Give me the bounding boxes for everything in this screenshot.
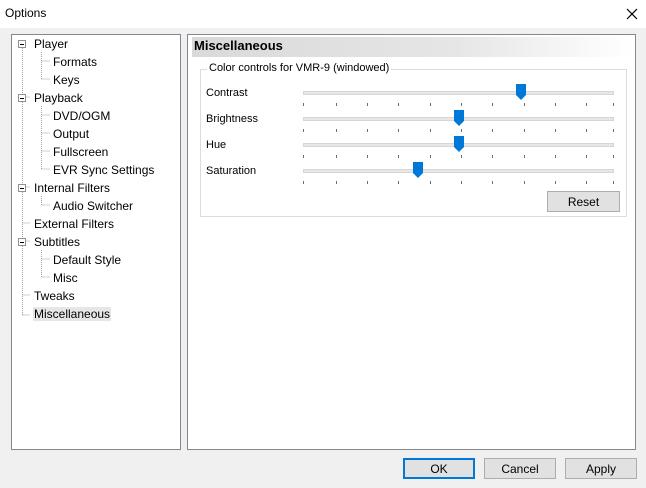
tree-item[interactable]: Internal Filters — [33, 180, 111, 197]
tree-item[interactable]: Output — [52, 126, 90, 143]
tree-item[interactable]: Misc — [52, 270, 79, 287]
options-tree[interactable]: Player Formats Keys Playback DVD/OGM Output Fu… — [11, 34, 181, 450]
tree-item-label: Keys — [53, 73, 80, 87]
slider-ticks — [303, 181, 614, 185]
tree-item-label: Player — [34, 37, 69, 51]
slider-thumb-icon[interactable] — [453, 110, 464, 126]
tree-item[interactable]: Audio Switcher — [52, 198, 134, 215]
slider-track[interactable] — [303, 169, 614, 173]
tree-item-label: Subtitles — [34, 235, 81, 249]
tree-item[interactable]: Fullscreen — [52, 144, 109, 161]
tree-item-label: Fullscreen — [53, 145, 109, 159]
tree-item[interactable]: Default Style — [52, 252, 122, 269]
slider-ticks — [303, 129, 614, 133]
tree-item[interactable]: Formats — [52, 54, 98, 71]
collapse-icon[interactable] — [18, 238, 26, 246]
collapse-icon[interactable] — [18, 40, 26, 48]
slider-label: Saturation — [206, 165, 257, 177]
tree-item-label: External Filters — [34, 217, 115, 231]
slider-ticks — [303, 155, 614, 159]
slider-thumb-icon[interactable] — [453, 136, 464, 152]
close-button[interactable] — [618, 0, 646, 28]
tree-item[interactable]: Keys — [52, 72, 81, 89]
settings-panel: Miscellaneous Color controls for VMR-9 (… — [187, 34, 636, 450]
tree-item-label: Output — [53, 127, 90, 141]
tree-item[interactable]: Player — [33, 36, 69, 53]
tree-item-label: Audio Switcher — [53, 199, 134, 213]
tree-item-label: Internal Filters — [34, 181, 111, 195]
panel-title: Miscellaneous — [194, 38, 283, 53]
apply-button[interactable]: Apply — [565, 458, 637, 479]
tree-item[interactable]: EVR Sync Settings — [52, 162, 155, 179]
title-bar: Options — [0, 0, 646, 28]
tree-item-label: Playback — [34, 91, 83, 105]
close-icon — [626, 8, 638, 20]
color-controls-group: Color controls for VMR-9 (windowed) Rese… — [200, 62, 627, 217]
reset-button[interactable]: Reset — [547, 191, 620, 212]
tree-item-label: Miscellaneous — [33, 307, 112, 321]
tree-item-label: Formats — [53, 55, 98, 69]
tree-item-label: DVD/OGM — [53, 109, 111, 123]
slider-label: Brightness — [206, 113, 258, 125]
tree-item-label: Tweaks — [34, 289, 75, 303]
slider-thumb-icon[interactable] — [413, 162, 424, 178]
tree-item[interactable]: Playback — [33, 90, 84, 107]
window-title: Options — [5, 6, 47, 20]
panel-header: Miscellaneous — [192, 37, 633, 57]
slider-label: Hue — [206, 139, 227, 151]
tree-item[interactable]: Miscellaneous — [33, 306, 112, 323]
slider-thumb-icon[interactable] — [515, 84, 526, 100]
group-title: Color controls for VMR-9 (windowed) — [207, 62, 392, 74]
tree-item[interactable]: External Filters — [33, 216, 115, 233]
slider-label: Contrast — [206, 87, 248, 99]
slider-track[interactable] — [303, 91, 614, 95]
collapse-icon[interactable] — [18, 94, 26, 102]
cancel-button[interactable]: Cancel — [484, 458, 556, 479]
ok-button[interactable]: OK — [403, 458, 475, 479]
tree-item[interactable]: DVD/OGM — [52, 108, 111, 125]
slider-ticks — [303, 103, 614, 107]
tree-item[interactable]: Tweaks — [33, 288, 76, 305]
tree-item-label: Default Style — [53, 253, 122, 267]
collapse-icon[interactable] — [18, 184, 26, 192]
tree-item-label: Misc — [53, 271, 78, 285]
tree-item-label: EVR Sync Settings — [53, 163, 155, 177]
tree-item[interactable]: Subtitles — [33, 234, 81, 251]
